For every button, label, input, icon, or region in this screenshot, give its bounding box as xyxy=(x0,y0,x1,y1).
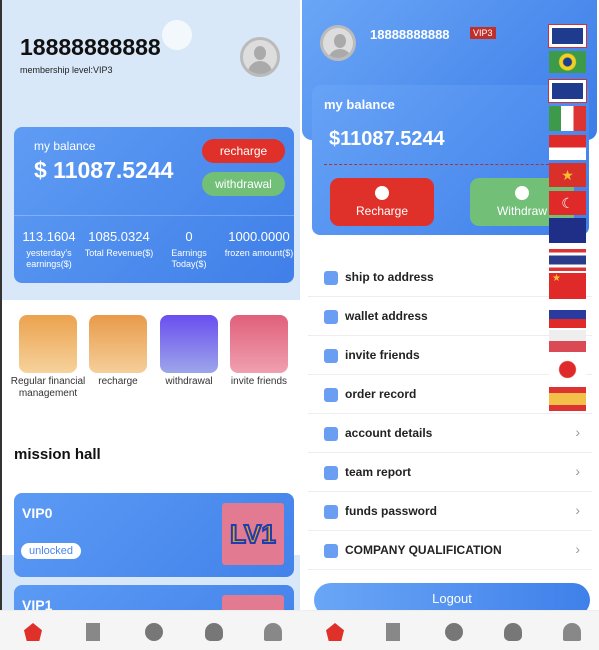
divider xyxy=(14,215,294,216)
home-screen: 18888888888 membership level:VIP3 my bal… xyxy=(0,0,300,650)
membership-level: membership level:VIP3 xyxy=(20,65,113,75)
chevron-right-icon: › xyxy=(575,463,580,479)
chevron-right-icon: › xyxy=(575,502,580,518)
people-icon[interactable] xyxy=(230,315,288,373)
flag-spain-icon[interactable] xyxy=(549,387,586,411)
vip-badge: VIP3 xyxy=(470,27,496,39)
stat-label: frozen amount($) xyxy=(224,248,294,258)
document-icon xyxy=(324,388,338,402)
flag-japan-icon[interactable] xyxy=(549,357,586,382)
flag-china-icon[interactable]: ★ xyxy=(549,273,586,299)
stat-today: 0 Earnings Today($) xyxy=(154,229,224,270)
withdraw-icon xyxy=(515,186,529,200)
stat-yesterday: 113.1604 yesterday's earnings($) xyxy=(14,229,84,270)
flag-thailand-icon[interactable] xyxy=(549,249,586,271)
stat-total: 1085.0324 Total Revenue($) xyxy=(84,229,154,259)
profile-icon[interactable] xyxy=(264,623,282,641)
flag-indonesia-icon[interactable] xyxy=(549,135,586,160)
home-icon[interactable] xyxy=(326,623,344,641)
flag-uk-icon[interactable] xyxy=(548,24,587,48)
menu-label: invite friends xyxy=(345,348,420,362)
wallet-icon xyxy=(324,310,338,324)
bag-icon xyxy=(324,544,338,558)
menu-team-report[interactable]: team report › xyxy=(308,453,592,492)
avatar[interactable] xyxy=(240,37,280,77)
stat-label: yesterday's earnings($) xyxy=(26,248,72,269)
profile-screen: 18888888888 VIP3 my balance $11087.5244 … xyxy=(302,0,599,650)
feature-label[interactable]: recharge xyxy=(78,376,158,388)
chevron-right-icon: › xyxy=(575,424,580,440)
flag-poland-icon[interactable] xyxy=(549,330,586,352)
flag-australia-icon[interactable] xyxy=(549,218,586,243)
menu-company-qualification[interactable]: COMPANY QUALIFICATION › xyxy=(308,531,592,570)
piggy-bank-icon[interactable] xyxy=(19,315,77,373)
stat-value: 0 xyxy=(185,229,193,244)
balance-amount: $11087.5244 xyxy=(329,128,445,150)
user-phone: 18888888888 xyxy=(20,34,161,60)
menu-label: wallet address xyxy=(345,309,428,323)
feature-label[interactable]: Regular financial management xyxy=(8,376,88,400)
home-icon[interactable] xyxy=(24,623,42,641)
decor-bubble xyxy=(162,20,192,50)
menu-label: COMPANY QUALIFICATION xyxy=(345,543,502,557)
menu-label: account details xyxy=(345,426,433,440)
balance-card: my balance $11087.5244 Recharge Withdraw xyxy=(312,85,589,235)
withdraw-label: Withdraw xyxy=(496,204,547,218)
recharge-icon xyxy=(375,186,389,200)
scan-icon xyxy=(324,349,338,363)
recharge-button[interactable]: Recharge xyxy=(330,178,434,226)
support-icon[interactable] xyxy=(504,623,522,641)
calendar-icon xyxy=(324,466,338,480)
profile-icon[interactable] xyxy=(563,623,581,641)
cash-icon[interactable] xyxy=(160,315,218,373)
stat-frozen: 1000.0000 frozen amount($) xyxy=(224,229,294,259)
stat-value: 1000.0000 xyxy=(228,229,290,244)
flag-russia-icon[interactable] xyxy=(549,310,586,328)
user-phone: 18888888888 xyxy=(370,27,450,42)
balance-amount: $ 11087.5244 xyxy=(34,157,174,183)
flag-turkey-icon[interactable]: ☾ xyxy=(549,191,586,215)
menu-label: team report xyxy=(345,465,412,479)
feature-label[interactable]: invite friends xyxy=(219,376,299,388)
menu-label: order record xyxy=(345,387,417,401)
stat-value: 1085.0324 xyxy=(88,229,150,244)
unlocked-badge: unlocked xyxy=(21,543,82,559)
records-icon[interactable] xyxy=(86,623,100,641)
service-icon[interactable] xyxy=(445,623,463,641)
truck-icon xyxy=(324,505,338,519)
recharge-button[interactable]: recharge xyxy=(202,139,285,163)
stat-value: 113.1604 xyxy=(22,229,76,244)
balance-label: my balance xyxy=(324,97,395,112)
support-icon[interactable] xyxy=(205,623,223,641)
balance-card: my balance $ 11087.5244 recharge withdra… xyxy=(14,127,294,283)
vip-card[interactable]: VIP0 unlocked LV1 xyxy=(14,493,294,577)
flag-mexico-icon[interactable] xyxy=(549,106,586,131)
flag-uk-icon[interactable] xyxy=(548,79,587,103)
bottom-nav xyxy=(0,610,599,650)
menu-account-details[interactable]: account details › xyxy=(308,414,592,453)
service-icon[interactable] xyxy=(145,623,163,641)
menu-label: funds password xyxy=(345,504,438,518)
records-icon[interactable] xyxy=(386,623,400,641)
withdrawal-button[interactable]: withdrawal xyxy=(202,172,285,196)
truck-icon xyxy=(324,271,338,285)
flag-vietnam-icon[interactable]: ★ xyxy=(549,163,586,187)
balance-label: my balance xyxy=(34,139,96,153)
vip-name: VIP0 xyxy=(22,505,53,521)
mission-hall-title: mission hall xyxy=(14,446,101,463)
recharge-label: Recharge xyxy=(355,204,409,218)
menu-label: ship to address xyxy=(345,270,434,284)
wallet-icon xyxy=(324,427,338,441)
coin-icon[interactable] xyxy=(89,315,147,373)
chevron-right-icon: › xyxy=(575,541,580,557)
feature-label[interactable]: withdrawal xyxy=(149,376,229,388)
flag-brazil-icon[interactable] xyxy=(549,51,586,73)
avatar[interactable] xyxy=(320,25,356,61)
divider xyxy=(324,164,574,165)
stat-label: Earnings Today($) xyxy=(171,248,207,269)
stat-label: Total Revenue($) xyxy=(84,248,154,258)
level-badge: LV1 xyxy=(222,503,284,565)
menu-funds-password[interactable]: funds password › xyxy=(308,492,592,531)
